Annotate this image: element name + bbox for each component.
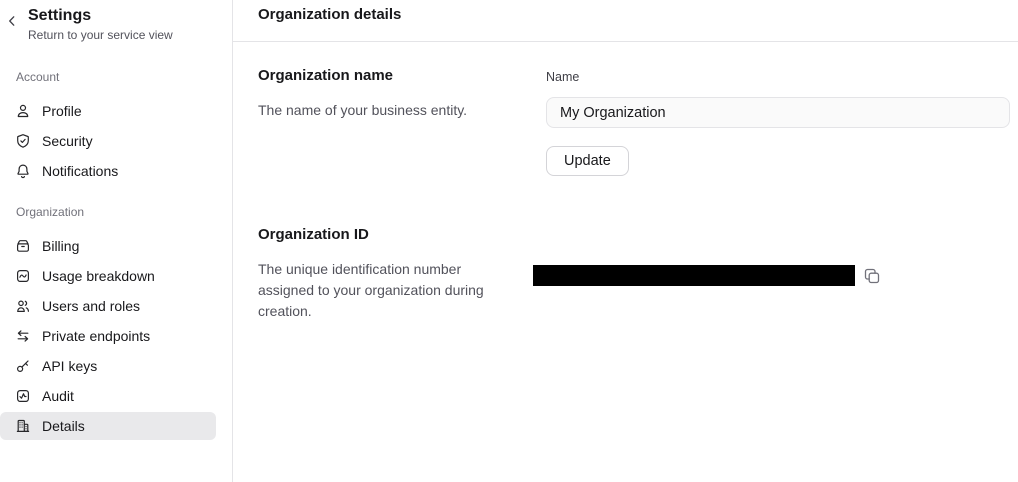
- settings-page: Settings Return to your service view Acc…: [0, 0, 1018, 482]
- activity-chart-icon: [15, 268, 31, 284]
- sidebar-item-profile[interactable]: Profile: [0, 97, 216, 125]
- wallet-icon: [15, 238, 31, 254]
- org-name-description: The name of your business entity.: [258, 100, 508, 121]
- arrows-left-right-icon: [15, 328, 31, 344]
- sidebar-item-private-endpoints[interactable]: Private endpoints: [0, 322, 216, 350]
- sidebar-item-usage-breakdown[interactable]: Usage breakdown: [0, 262, 216, 290]
- shield-check-icon: [15, 133, 31, 149]
- name-field-label: Name: [546, 70, 579, 84]
- back-button[interactable]: [2, 12, 22, 30]
- section-label-account: Account: [16, 70, 216, 84]
- org-id-value-row: [533, 265, 1010, 286]
- sidebar-nav: Account Profile Security Notifications: [0, 70, 232, 440]
- audit-pulse-icon: [15, 388, 31, 404]
- sidebar-item-label: Security: [42, 133, 93, 149]
- sidebar-item-label: API keys: [42, 358, 97, 374]
- sidebar-item-audit[interactable]: Audit: [0, 382, 216, 410]
- org-id-section-right: [546, 227, 1018, 322]
- sidebar-item-label: Details: [42, 418, 85, 434]
- copy-button[interactable]: [863, 267, 881, 285]
- sidebar-item-label: Notifications: [42, 163, 118, 179]
- sidebar-title: Settings: [28, 5, 216, 26]
- copy-icon: [863, 267, 881, 285]
- main-content: Organization details Organization name T…: [233, 0, 1018, 482]
- sidebar-item-label: Audit: [42, 388, 74, 404]
- key-icon: [15, 358, 31, 374]
- page-title: Organization details: [258, 6, 1018, 24]
- sidebar-item-label: Usage breakdown: [42, 268, 155, 284]
- org-id-heading: Organization ID: [258, 227, 508, 243]
- sidebar-subtitle: Return to your service view: [28, 28, 216, 43]
- sidebar-header: Settings Return to your service view: [0, 0, 232, 43]
- sidebar-item-label: Billing: [42, 238, 79, 254]
- bell-icon: [15, 163, 31, 179]
- settings-sidebar: Settings Return to your service view Acc…: [0, 0, 233, 482]
- org-id-description: The unique identification number assigne…: [258, 259, 508, 322]
- users-icon: [15, 298, 31, 314]
- sidebar-item-users-and-roles[interactable]: Users and roles: [0, 292, 216, 320]
- sidebar-item-api-keys[interactable]: API keys: [0, 352, 216, 380]
- sidebar-item-details[interactable]: Details: [0, 412, 216, 440]
- org-id-section-left: Organization ID The unique identificatio…: [258, 227, 546, 322]
- org-name-section-right: Name Update: [546, 68, 1018, 176]
- section-label-organization: Organization: [16, 205, 216, 219]
- org-name-section-left: Organization name The name of your busin…: [258, 68, 546, 176]
- org-name-heading: Organization name: [258, 68, 508, 84]
- org-id-redacted-value: [533, 265, 855, 286]
- sidebar-item-label: Private endpoints: [42, 328, 150, 344]
- sidebar-item-label: Profile: [42, 103, 82, 119]
- chevron-left-icon: [5, 14, 19, 28]
- org-id-section: Organization ID The unique identificatio…: [233, 227, 1018, 322]
- sidebar-item-security[interactable]: Security: [0, 127, 216, 155]
- sidebar-item-label: Users and roles: [42, 298, 140, 314]
- sidebar-item-billing[interactable]: Billing: [0, 232, 216, 260]
- org-name-section: Organization name The name of your busin…: [233, 68, 1018, 176]
- sidebar-item-notifications[interactable]: Notifications: [0, 157, 216, 185]
- building-icon: [15, 418, 31, 434]
- main-header: Organization details: [233, 0, 1018, 42]
- update-button[interactable]: Update: [546, 146, 629, 176]
- user-icon: [15, 103, 31, 119]
- org-name-input[interactable]: [546, 97, 1010, 128]
